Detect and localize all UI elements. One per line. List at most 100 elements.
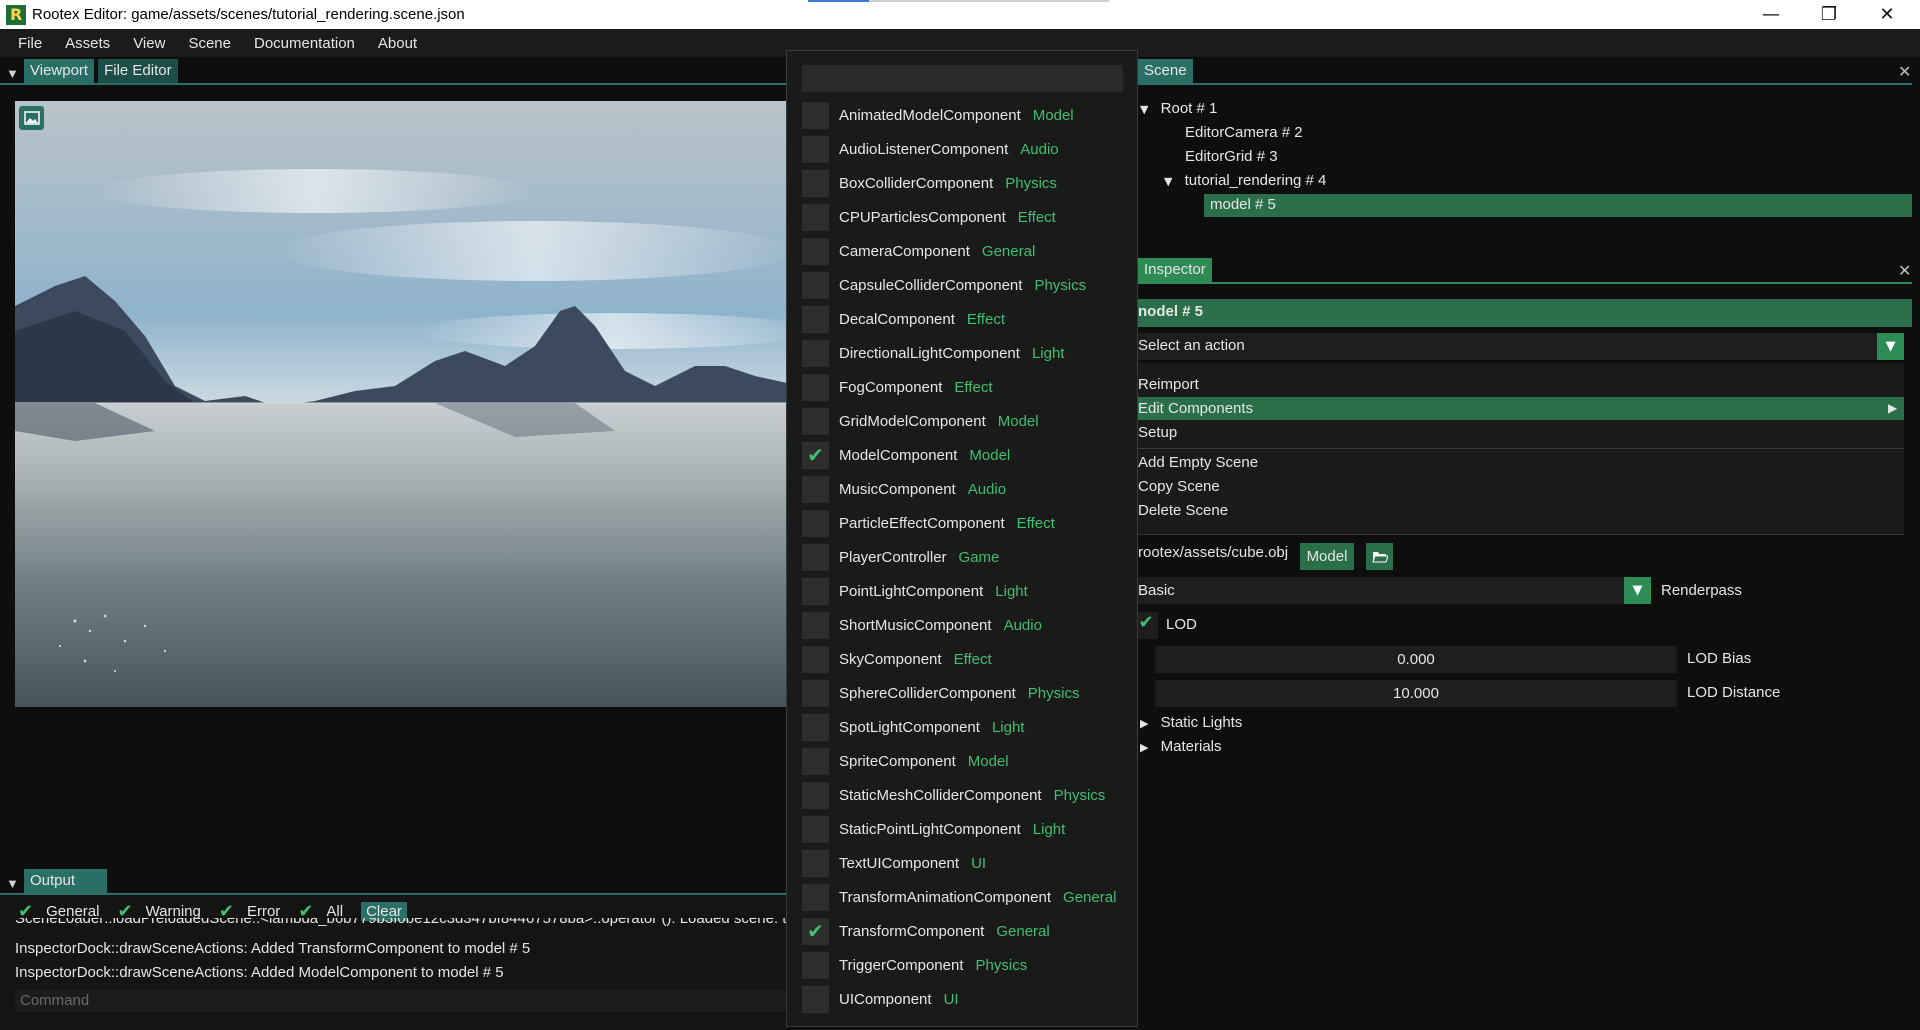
component-row[interactable]: DirectionalLightComponent Light [802,339,1064,367]
tree-item-editorgrid[interactable]: EditorGrid # 3 [1185,148,1278,165]
tab-file-editor[interactable]: File Editor [98,59,178,85]
model-button[interactable]: Model [1300,543,1354,570]
component-checkbox[interactable] [802,883,829,911]
component-row[interactable]: FogComponent Effect [802,373,993,401]
menu-documentation[interactable]: Documentation [254,35,355,52]
tab-viewport[interactable]: Viewport [24,59,95,85]
component-row[interactable]: CapsuleColliderComponent Physics [802,271,1086,299]
component-checkbox[interactable] [802,407,829,435]
component-checkbox[interactable] [802,169,829,197]
tab-inspector[interactable]: Inspector [1138,258,1212,284]
component-checkbox[interactable] [802,339,829,367]
action-delete-scene[interactable]: Delete Scene [1138,502,1228,519]
menu-file[interactable]: File [18,35,42,52]
expanded-arrow-icon[interactable]: ▼ [1140,103,1148,116]
expanded-arrow-icon[interactable]: ▼ [1164,175,1172,188]
checkmark-icon[interactable]: ✔ [802,441,829,469]
image-icon[interactable] [19,106,44,130]
component-checkbox[interactable] [802,543,829,571]
restore-button[interactable]: ❐ [1800,0,1858,29]
collapsed-arrow-icon[interactable]: ▶ [1140,717,1148,730]
component-search-input[interactable] [802,65,1123,92]
component-checkbox[interactable] [802,101,829,129]
folder-open-icon[interactable] [1366,543,1393,570]
menu-assets[interactable]: Assets [65,35,110,52]
materials-node[interactable]: ▶ Materials [1140,738,1222,755]
component-row[interactable]: UIComponent UI [802,985,959,1013]
component-row[interactable]: MusicComponent Audio [802,475,1006,503]
component-row[interactable]: BoxColliderComponent Physics [802,169,1057,197]
component-row[interactable]: StaticMeshColliderComponent Physics [802,781,1105,809]
component-checkbox[interactable] [802,475,829,503]
command-input[interactable]: Command [15,990,787,1012]
component-row[interactable]: PointLightComponent Light [802,577,1028,605]
component-checkbox[interactable] [802,577,829,605]
component-checkbox[interactable] [802,135,829,163]
component-checkbox[interactable] [802,509,829,537]
close-window-button[interactable]: ✕ [1858,0,1916,29]
close-icon[interactable]: ✕ [1898,62,1911,81]
action-edit-components[interactable]: Edit Components [1138,400,1253,417]
component-row[interactable]: AudioListenerComponent Audio [802,135,1059,163]
tree-item-root[interactable]: ▼ Root # 1 [1140,100,1217,117]
component-checkbox[interactable] [802,271,829,299]
tab-output[interactable]: Output [24,869,108,895]
lod-bias-input[interactable]: 0.000 [1155,646,1677,673]
collapsed-arrow-icon[interactable]: ▶ [1140,741,1148,754]
component-row[interactable]: ShortMusicComponent Audio [802,611,1042,639]
component-checkbox[interactable] [802,815,829,843]
component-row[interactable]: ✔ ModelComponent Model [802,441,1010,469]
component-checkbox[interactable] [802,611,829,639]
component-checkbox[interactable] [802,645,829,673]
minimize-button[interactable]: — [1742,0,1800,29]
lod-distance-input[interactable]: 10.000 [1155,680,1677,707]
tab-scene[interactable]: Scene [1138,59,1193,85]
component-row[interactable]: AnimatedModelComponent Model [802,101,1074,129]
component-row[interactable]: ParticleEffectComponent Effect [802,509,1055,537]
viewport-render[interactable] [15,101,787,707]
component-checkbox[interactable] [802,679,829,707]
component-checkbox[interactable] [802,747,829,775]
component-row[interactable]: SphereColliderComponent Physics [802,679,1079,707]
component-row[interactable]: SpriteComponent Model [802,747,1009,775]
component-checkbox[interactable] [802,781,829,809]
component-checkbox[interactable] [802,203,829,231]
component-row[interactable]: TriggerComponent Physics [802,951,1027,979]
renderpass-select[interactable]: Basic [1138,577,1625,604]
action-select[interactable]: Select an action [1138,333,1902,360]
collapse-arrow-icon[interactable]: ▼ [6,876,20,891]
dropdown-arrow-icon[interactable]: ▼ [1624,577,1651,604]
menu-view[interactable]: View [133,35,165,52]
component-row[interactable]: DecalComponent Effect [802,305,1005,333]
collapse-arrow-icon[interactable]: ▼ [6,66,20,81]
component-row[interactable]: TextUIComponent UI [802,849,986,877]
tree-item-model[interactable]: model # 5 [1210,196,1276,213]
menu-scene[interactable]: Scene [188,35,231,52]
action-setup[interactable]: Setup [1138,424,1177,441]
component-row[interactable]: PlayerController Game [802,543,999,571]
tree-item-tutorial-rendering[interactable]: ▼ tutorial_rendering # 4 [1164,172,1326,189]
close-icon[interactable]: ✕ [1898,261,1911,280]
component-row[interactable]: CameraComponent General [802,237,1035,265]
component-row[interactable]: GridModelComponent Model [802,407,1039,435]
menu-about[interactable]: About [378,35,417,52]
component-checkbox[interactable] [802,985,829,1013]
component-row[interactable]: CPUParticlesComponent Effect [802,203,1056,231]
tree-item-editorcamera[interactable]: EditorCamera # 2 [1185,124,1303,141]
component-row[interactable]: ✔ TransformComponent General [802,917,1050,945]
action-reimport[interactable]: Reimport [1138,376,1199,393]
component-checkbox[interactable] [802,713,829,741]
component-checkbox[interactable] [802,951,829,979]
component-row[interactable]: StaticPointLightComponent Light [802,815,1065,843]
dropdown-arrow-icon[interactable]: ▼ [1877,333,1904,360]
action-copy-scene[interactable]: Copy Scene [1138,478,1220,495]
static-lights-node[interactable]: ▶ Static Lights [1140,714,1242,731]
component-row[interactable]: SpotLightComponent Light [802,713,1024,741]
component-checkbox[interactable] [802,237,829,265]
component-checkbox[interactable] [802,849,829,877]
component-checkbox[interactable] [802,305,829,333]
action-add-empty-scene[interactable]: Add Empty Scene [1138,454,1258,471]
component-checkbox[interactable] [802,373,829,401]
checkmark-icon[interactable]: ✔ [802,917,829,945]
component-row[interactable]: SkyComponent Effect [802,645,992,673]
